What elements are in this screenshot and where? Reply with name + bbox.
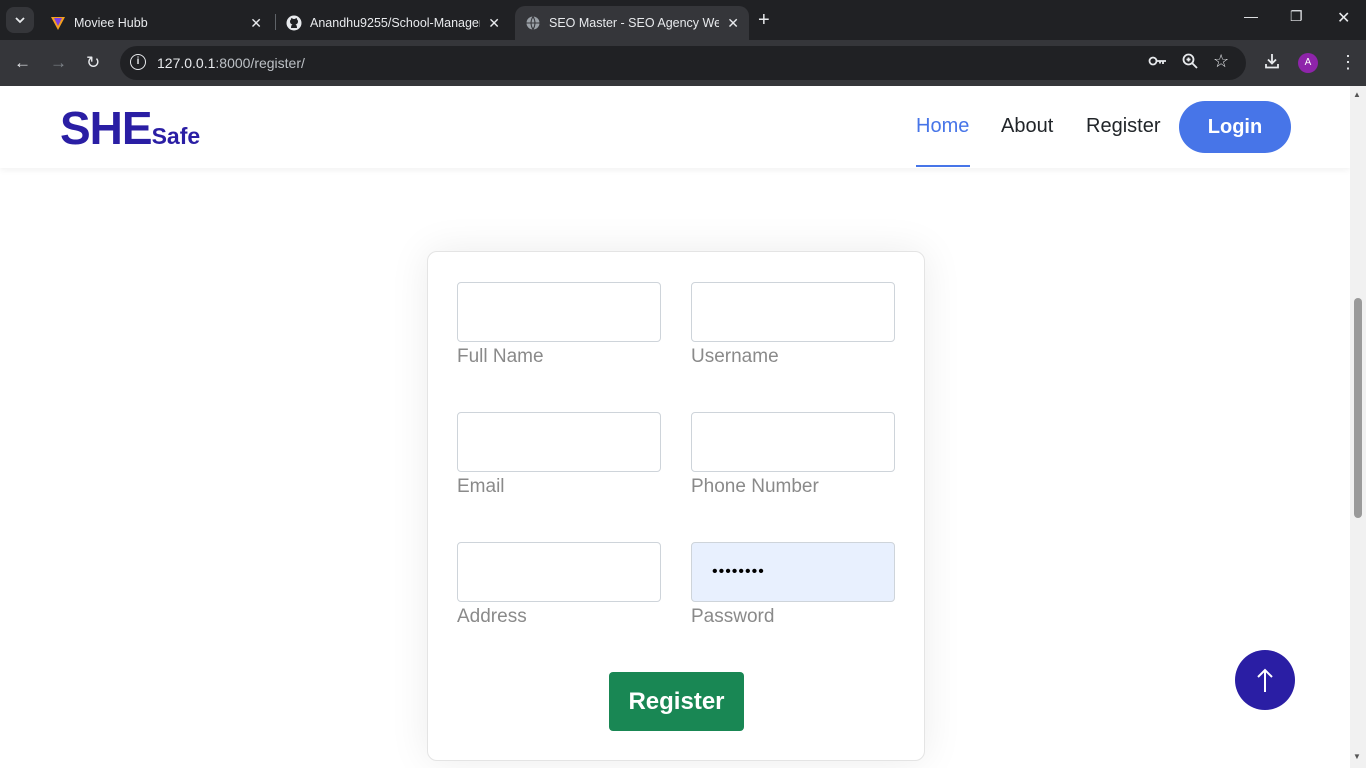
back-icon[interactable]: ← <box>14 53 31 73</box>
username-field: Username <box>691 282 895 368</box>
more-menu-icon[interactable]: ⋮ <box>1339 52 1357 73</box>
email-field: Email <box>457 412 661 498</box>
restore-icon[interactable]: ❐ <box>1290 8 1303 25</box>
email-label: Email <box>457 476 505 497</box>
new-tab-icon[interactable]: + <box>758 10 770 30</box>
site-info-icon[interactable]: i <box>130 54 146 70</box>
arrow-up-icon <box>1257 668 1273 692</box>
nav-link-about[interactable]: About <box>1001 115 1053 138</box>
register-submit-button[interactable]: Register <box>609 672 744 731</box>
github-icon <box>286 15 302 31</box>
zoom-icon[interactable] <box>1182 53 1198 74</box>
scrollbar-thumb[interactable] <box>1354 298 1362 518</box>
url-host: 127.0.0.1 <box>157 55 216 71</box>
logo-she: SHE <box>60 102 153 154</box>
browser-toolbar: ← → ↻ i 127.0.0.1:8000/register/ ☆ ⋮ <box>0 40 1366 86</box>
address-bar[interactable]: i 127.0.0.1:8000/register/ ☆ <box>120 46 1246 80</box>
close-tab-icon[interactable]: ✕ <box>488 15 500 32</box>
password-input[interactable]: •••••••• <box>691 542 895 602</box>
email-input[interactable] <box>457 412 661 472</box>
site-logo[interactable]: SHESafe <box>60 101 200 155</box>
nav-link-register[interactable]: Register <box>1086 115 1160 138</box>
full-name-label: Full Name <box>457 346 544 367</box>
minimize-icon[interactable]: — <box>1244 8 1258 24</box>
tab-title: SEO Master - SEO Agency Web <box>549 16 719 30</box>
password-field: •••••••• Password <box>691 542 895 628</box>
browser-tab-bar: Moviee Hubb ✕ Anandhu9255/School-Managem… <box>0 0 1366 40</box>
logo-safe: Safe <box>151 123 201 149</box>
nav-link-home[interactable]: Home <box>916 115 969 138</box>
address-field: Address <box>457 542 661 628</box>
close-window-icon[interactable]: ✕ <box>1337 8 1350 28</box>
address-label: Address <box>457 606 527 627</box>
address-input[interactable] <box>457 542 661 602</box>
url-text[interactable]: 127.0.0.1:8000/register/ <box>157 55 305 71</box>
username-label: Username <box>691 346 779 367</box>
tab-seo-master[interactable]: SEO Master - SEO Agency Web ✕ <box>515 6 749 40</box>
username-input[interactable] <box>691 282 895 342</box>
full-name-input[interactable] <box>457 282 661 342</box>
tab-search-button[interactable] <box>6 7 34 33</box>
close-tab-icon[interactable]: ✕ <box>250 15 262 32</box>
tab-github[interactable]: Anandhu9255/School-Managem ✕ <box>276 6 510 40</box>
register-form-card: Full Name Username Email Phone Number Ad… <box>427 251 925 761</box>
full-name-field: Full Name <box>457 282 661 368</box>
reload-icon[interactable]: ↻ <box>86 53 100 73</box>
url-path: :8000/register/ <box>215 55 305 71</box>
scroll-down-arrow-icon[interactable]: ▼ <box>1353 752 1361 761</box>
active-nav-underline <box>916 165 970 167</box>
chevron-down-icon <box>15 17 25 24</box>
login-button[interactable]: Login <box>1179 101 1291 153</box>
globe-icon <box>526 16 540 30</box>
bookmark-star-icon[interactable]: ☆ <box>1213 51 1229 72</box>
site-navbar: SHESafe Home About Register Login <box>0 86 1350 168</box>
phone-label: Phone Number <box>691 476 819 497</box>
scroll-up-arrow-icon[interactable]: ▲ <box>1353 90 1361 99</box>
close-tab-icon[interactable]: ✕ <box>727 15 739 32</box>
phone-input[interactable] <box>691 412 895 472</box>
forward-icon[interactable]: → <box>50 53 67 73</box>
password-label: Password <box>691 606 775 627</box>
vivid-triangle-icon <box>51 17 65 30</box>
download-icon[interactable] <box>1264 53 1280 74</box>
tab-title: Anandhu9255/School-Managem <box>310 16 480 30</box>
page-viewport: SHESafe Home About Register Login Full N… <box>0 86 1350 768</box>
back-to-top-button[interactable] <box>1235 650 1295 710</box>
phone-field: Phone Number <box>691 412 895 498</box>
password-key-icon[interactable] <box>1148 53 1168 74</box>
tab-moviee-hubb[interactable]: Moviee Hubb ✕ <box>40 6 272 40</box>
page-scrollbar[interactable]: ▲ ▼ <box>1350 86 1366 768</box>
tab-title: Moviee Hubb <box>74 16 148 30</box>
profile-avatar[interactable]: A <box>1298 53 1318 73</box>
